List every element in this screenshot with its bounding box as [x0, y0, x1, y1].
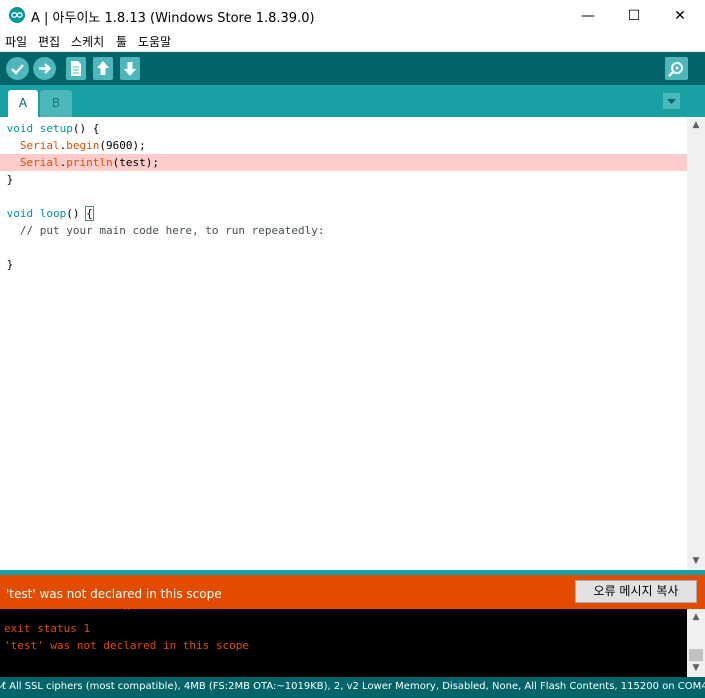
- code-token: (9600);: [99, 139, 146, 152]
- serial-monitor-icon: [668, 62, 683, 77]
- minimize-button[interactable]: —: [565, 0, 611, 31]
- menu-tools[interactable]: 툴: [116, 33, 127, 50]
- new-sketch-button[interactable]: [66, 57, 86, 80]
- save-button[interactable]: [120, 57, 140, 80]
- serial-monitor-button[interactable]: [665, 57, 688, 80]
- code-token: }: [6, 258, 14, 271]
- code-token: (test);: [112, 156, 159, 169]
- title-bar: A | 아두이노 1.8.13 (Windows Store 1.8.39.0)…: [0, 0, 705, 31]
- code-line: Serial.begin(9600);: [0, 137, 687, 154]
- copy-error-button[interactable]: 오류 메시지 복사: [575, 580, 697, 603]
- open-icon: [97, 61, 109, 75]
- arduino-logo-icon: [9, 7, 25, 23]
- scroll-down-icon[interactable]: ▼: [687, 553, 705, 570]
- code-token: (): [66, 207, 87, 220]
- error-code-line: Serial.println(test);: [0, 154, 687, 171]
- code-editor[interactable]: void setup() { Serial.begin(9600); Seria…: [0, 117, 687, 570]
- code-line: // put your main code here, to run repea…: [0, 222, 687, 239]
- menu-file[interactable]: 파일: [5, 33, 27, 50]
- menu-help[interactable]: 도움말: [138, 33, 171, 50]
- console-line: ^: [4, 609, 130, 618]
- menu-sketch[interactable]: 스케치: [71, 33, 104, 50]
- code-token: Serial: [19, 156, 60, 169]
- code-token: void: [6, 207, 34, 220]
- console-line: exit status 1: [4, 622, 91, 635]
- tab-bar: A B: [0, 85, 705, 117]
- tab-a[interactable]: A: [8, 90, 38, 117]
- code-token: }: [6, 173, 14, 186]
- close-button[interactable]: ✕: [657, 0, 703, 31]
- menu-edit[interactable]: 편집: [38, 33, 60, 50]
- maximize-icon: ☐: [627, 7, 641, 24]
- console-output[interactable]: ^ exit status 1 'test' was not declared in…: [0, 609, 687, 677]
- close-icon: ✕: [674, 7, 686, 24]
- console-scrollbar[interactable]: ▲ ▼: [687, 609, 705, 677]
- status-bar: 'test' was not declared in this scope 오류…: [0, 575, 705, 609]
- code-token: void: [6, 122, 34, 135]
- save-icon: [124, 62, 136, 76]
- code-token: {: [85, 206, 94, 221]
- board-info-text: t̸ All SSL ciphers (most compatible), 4M…: [2, 681, 705, 692]
- error-message: 'test' was not declared in this scope: [6, 587, 222, 601]
- console-scroll-down-icon[interactable]: ▼: [687, 660, 705, 677]
- upload-icon: [39, 63, 52, 74]
- code-token: println: [66, 156, 113, 169]
- toolbar: [0, 52, 705, 85]
- code-line: }: [0, 171, 687, 188]
- minimize-icon: —: [581, 7, 595, 24]
- code-token: setup: [39, 122, 73, 135]
- tab-menu-button[interactable]: [663, 93, 680, 109]
- open-button[interactable]: [93, 57, 113, 80]
- menu-bar: 파일 편집 스케치 툴 도움말: [0, 31, 705, 52]
- upload-button[interactable]: [33, 57, 56, 80]
- console-scroll-up-icon[interactable]: ▲: [687, 609, 705, 626]
- new-icon: [71, 61, 81, 76]
- scroll-up-icon[interactable]: ▲: [687, 117, 705, 134]
- code-token: begin: [66, 139, 100, 152]
- editor-scrollbar[interactable]: ▲ ▼: [687, 117, 705, 570]
- code-token: Serial: [19, 139, 60, 152]
- code-line: }: [0, 256, 687, 273]
- console-line: 'test' was not declared in this scope: [4, 639, 250, 652]
- window-title: A | 아두이노 1.8.13 (Windows Store 1.8.39.0): [31, 11, 315, 26]
- chevron-down-icon: [667, 99, 676, 104]
- tab-b[interactable]: B: [40, 90, 72, 117]
- code-line: void loop() {: [0, 205, 687, 222]
- code-token: loop: [39, 207, 67, 220]
- maximize-button[interactable]: ☐: [611, 0, 657, 31]
- board-info-bar: t̸ All SSL ciphers (most compatible), 4M…: [0, 677, 705, 698]
- verify-icon: [11, 64, 24, 75]
- code-line: void setup() {: [0, 120, 687, 137]
- code-token: () {: [72, 122, 100, 135]
- verify-button[interactable]: [6, 57, 29, 80]
- code-token: // put your main code here, to run repea…: [6, 224, 325, 237]
